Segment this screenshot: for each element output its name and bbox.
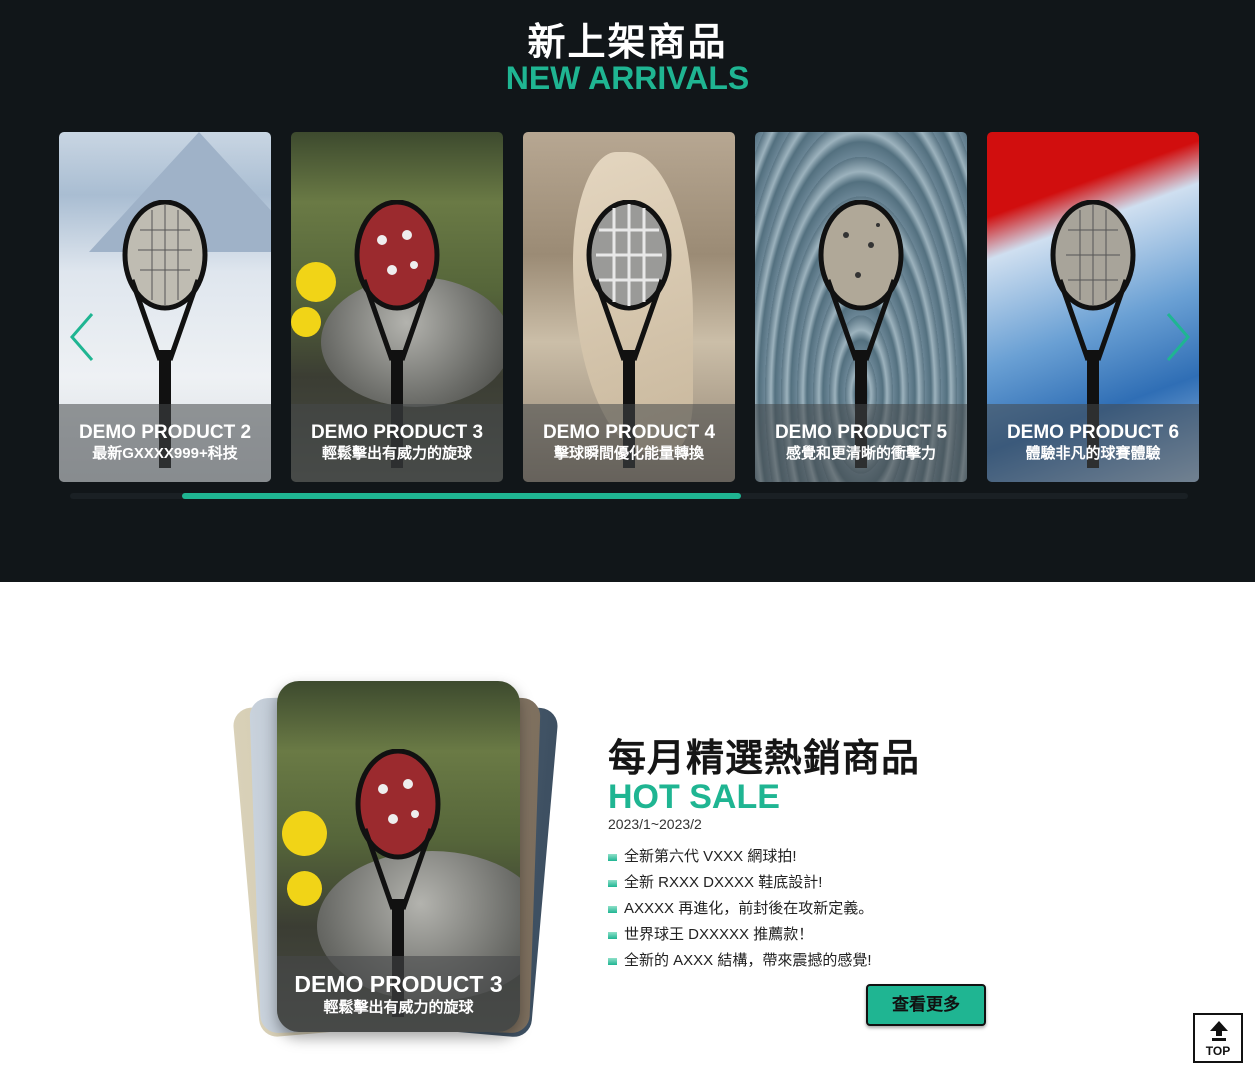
product-caption: DEMO PRODUCT 3 輕鬆擊出有威力的旋球 xyxy=(291,404,503,482)
product-name: DEMO PRODUCT 2 xyxy=(78,422,252,443)
carousel-scrollbar-thumb[interactable] xyxy=(181,493,741,499)
featured-product-card[interactable]: DEMO PRODUCT 3 輕鬆擊出有威力的旋球 xyxy=(277,681,520,1032)
list-item: 全新 RXXX DXXXX 鞋底設計! xyxy=(608,870,873,896)
product-card[interactable]: DEMO PRODUCT 2 最新GXXXX999+科技 xyxy=(59,132,271,482)
product-desc: 擊球瞬間優化能量轉換 xyxy=(553,445,704,462)
product-name: DEMO PRODUCT 6 xyxy=(1006,422,1180,443)
product-card[interactable]: DEMO PRODUCT 3 輕鬆擊出有威力的旋球 xyxy=(291,132,503,482)
product-desc: 感覺和更清晰的衝擊力 xyxy=(785,445,936,462)
list-item: 全新第六代 VXXX 網球拍! xyxy=(608,844,873,870)
view-more-button[interactable]: 查看更多 xyxy=(866,984,986,1026)
product-desc: 輕鬆擊出有威力的旋球 xyxy=(321,445,472,462)
featured-product-name: DEMO PRODUCT 3 xyxy=(294,971,503,997)
featured-product-desc: 輕鬆擊出有威力的旋球 xyxy=(323,999,474,1016)
product-card[interactable]: DEMO PRODUCT 4 擊球瞬間優化能量轉換 xyxy=(523,132,735,482)
featured-product-caption: DEMO PRODUCT 3 輕鬆擊出有威力的旋球 xyxy=(277,956,520,1032)
arrow-up-icon xyxy=(1210,1021,1228,1041)
hot-sale-date: 2023/1~2023/2 xyxy=(608,816,702,832)
back-to-top-label: TOP xyxy=(1205,1044,1231,1058)
list-item: AXXXX 再進化，前封後在攻新定義。 xyxy=(608,896,873,922)
hot-sale-list: 全新第六代 VXXX 網球拍! 全新 RXXX DXXXX 鞋底設計! AXXX… xyxy=(608,844,873,974)
new-arrivals-subtitle: NEW ARRIVALS xyxy=(505,60,750,96)
product-name: DEMO PRODUCT 5 xyxy=(774,422,948,443)
new-arrivals-section: 新上架商品 NEW ARRIVALS DEMO PRODUCT 2 最新GXXX… xyxy=(0,0,1255,582)
chevron-left-icon[interactable] xyxy=(68,310,98,364)
back-to-top-button[interactable]: TOP xyxy=(1193,1013,1243,1063)
product-card[interactable]: DEMO PRODUCT 6 體驗非凡的球賽體驗 xyxy=(987,132,1199,482)
product-caption: DEMO PRODUCT 6 體驗非凡的球賽體驗 xyxy=(987,404,1199,482)
product-caption: DEMO PRODUCT 4 擊球瞬間優化能量轉換 xyxy=(523,404,735,482)
product-caption: DEMO PRODUCT 5 感覺和更清晰的衝擊力 xyxy=(755,404,967,482)
product-desc: 體驗非凡的球賽體驗 xyxy=(1025,445,1161,462)
hot-sale-subtitle: HOT SALE xyxy=(608,778,780,816)
hot-sale-title: 每月精選熱銷商品 xyxy=(608,738,921,780)
product-desc: 最新GXXXX999+科技 xyxy=(92,445,238,462)
product-name: DEMO PRODUCT 4 xyxy=(542,422,716,443)
product-caption: DEMO PRODUCT 2 最新GXXXX999+科技 xyxy=(59,404,271,482)
product-name: DEMO PRODUCT 3 xyxy=(310,422,484,443)
list-item: 全新的 AXXX 結構，帶來震撼的感覺! xyxy=(608,948,873,974)
list-item: 世界球王 DXXXXX 推薦款！ xyxy=(608,922,873,948)
chevron-right-icon[interactable] xyxy=(1162,310,1192,364)
carousel-scrollbar[interactable] xyxy=(70,493,1188,499)
product-card[interactable]: DEMO PRODUCT 5 感覺和更清晰的衝擊力 xyxy=(755,132,967,482)
